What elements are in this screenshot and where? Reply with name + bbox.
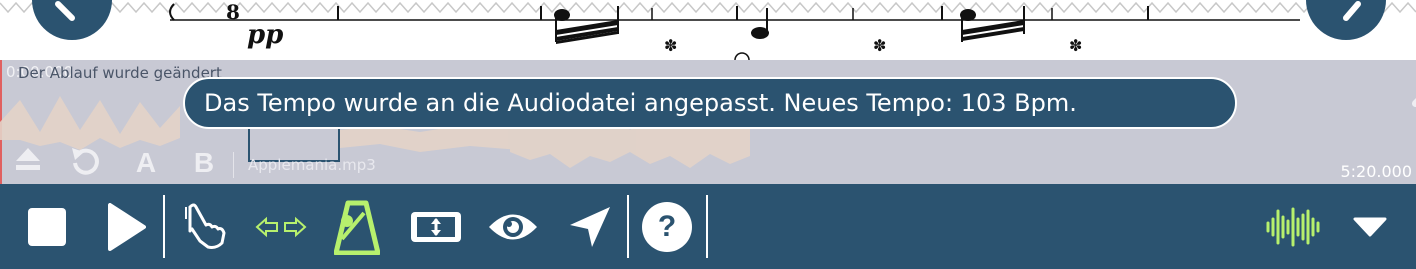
help-icon[interactable]: ?	[640, 184, 694, 269]
rewind-icon[interactable]	[70, 146, 106, 180]
help-icon-glyph: ?	[642, 201, 692, 252]
arrows-sync-icon[interactable]	[254, 184, 308, 269]
play-icon[interactable]	[100, 184, 150, 269]
hand-tap-icon[interactable]	[180, 184, 232, 269]
time-end-label: 5:20.000	[1340, 162, 1412, 181]
loop-a-button[interactable]: A	[128, 146, 164, 180]
eject-icon[interactable]	[14, 146, 50, 180]
measure-number: 8	[226, 0, 240, 24]
audio-file-name: Applemania.mp3	[248, 156, 376, 174]
score-notation: ✽ ✽ ✽	[0, 0, 1416, 60]
score-view: ✽ ✽ ✽ 8 pp	[0, 0, 1416, 60]
toolbar-divider-1	[163, 195, 165, 258]
fit-screen-icon[interactable]	[408, 184, 464, 269]
loop-b-button[interactable]: B	[186, 146, 222, 180]
bottom-toolbar: ?	[0, 184, 1416, 269]
toolbar-divider-2	[627, 195, 629, 258]
audio-wave-icon[interactable]	[1264, 184, 1322, 269]
eye-icon[interactable]	[486, 184, 540, 269]
dropdown-icon[interactable]	[1344, 184, 1396, 269]
tempo-toast: Das Tempo wurde an die Audiodatei angepa…	[183, 77, 1237, 129]
waveform-divider	[233, 152, 234, 178]
flow-changed-message: Der Ablauf wurde geändert	[18, 64, 222, 82]
toolbar-divider-3	[706, 195, 708, 258]
svg-text:✽: ✽	[664, 36, 677, 55]
stop-icon[interactable]	[22, 184, 72, 269]
dynamic-marking: pp	[247, 20, 284, 50]
navigate-icon[interactable]	[564, 184, 616, 269]
svg-text:✽: ✽	[1069, 36, 1082, 55]
svg-text:✽: ✽	[873, 36, 886, 55]
toast-message: Das Tempo wurde an die Audiodatei angepa…	[204, 89, 1077, 117]
metronome-icon[interactable]	[330, 184, 384, 269]
